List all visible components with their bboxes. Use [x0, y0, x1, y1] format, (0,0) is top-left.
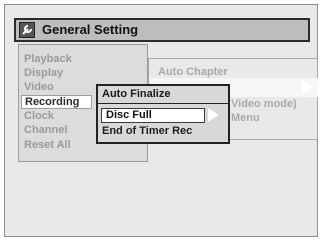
menu-item-channel[interactable]: Channel [24, 124, 67, 137]
title-bar: General Setting [14, 18, 310, 42]
popup-divider [98, 103, 228, 104]
submenu-menu[interactable]: Menu [231, 112, 260, 125]
triangle-right-icon [208, 108, 219, 122]
dvd-setup-screen: General Setting Playback Display Video R… [0, 0, 322, 240]
popup-title: Auto Finalize [102, 88, 171, 100]
option-disc-full[interactable]: Disc Full [101, 108, 205, 123]
wrench-icon-svg [22, 25, 32, 35]
menu-item-recording[interactable]: Recording [21, 95, 92, 109]
page-title: General Setting [42, 22, 139, 37]
menu-item-playback[interactable]: Playback [24, 53, 72, 66]
menu-item-reset-all[interactable]: Reset All [24, 139, 71, 152]
submenu-video-mode[interactable]: Video mode) [231, 98, 297, 111]
wrench-icon [19, 22, 35, 38]
auto-finalize-popup: Auto Finalize Disc Full End of Timer Rec [96, 84, 230, 144]
menu-item-video[interactable]: Video [24, 81, 54, 94]
submenu-triangle-right-icon [302, 80, 314, 94]
menu-item-display[interactable]: Display [24, 67, 63, 80]
option-end-of-timer-rec[interactable]: End of Timer Rec [102, 125, 192, 139]
menu-item-clock[interactable]: Clock [24, 110, 54, 123]
